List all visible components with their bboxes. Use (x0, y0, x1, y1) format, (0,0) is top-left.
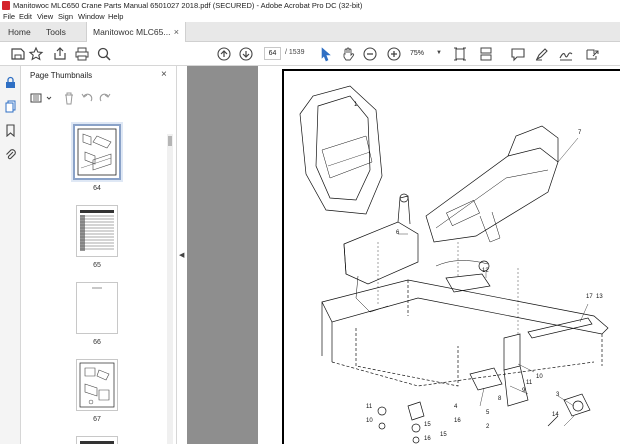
callout-7: 7 (578, 130, 582, 136)
tab-document[interactable]: Manitowoc MLC65... × (86, 22, 186, 42)
menu-sign[interactable]: Sign (58, 12, 73, 21)
page-up-icon[interactable] (216, 46, 232, 62)
thumbnail-68-preview (80, 441, 114, 444)
callout-2: 2 (486, 424, 490, 430)
document-viewer[interactable]: 1 7 6 12 17 13 10 11 9 8 3 14 2 5 4 15 1… (187, 66, 620, 444)
zoom-out-icon[interactable] (362, 46, 378, 62)
panel-toolbar (30, 91, 170, 107)
page-number-input[interactable]: 64 (264, 47, 281, 60)
callout-14: 14 (552, 412, 559, 418)
tab-close-button[interactable]: × (174, 22, 179, 42)
title-bar: Manitowoc MLC650 Crane Parts Manual 6501… (0, 0, 620, 11)
menu-window[interactable]: Window (78, 12, 105, 21)
thumbnail-label: 64 (93, 185, 101, 192)
fit-page-icon[interactable] (452, 46, 468, 62)
callout-15: 15 (440, 432, 447, 438)
callout-16-left: 16 (424, 436, 431, 442)
lock-icon[interactable] (4, 76, 17, 89)
thumbnail-page-64[interactable] (73, 124, 121, 180)
thumbnail-page-66[interactable] (76, 282, 118, 334)
menu-bar: File Edit View Sign Window Help (0, 11, 620, 22)
callout-13: 13 (596, 294, 603, 300)
bookmark-icon[interactable] (4, 124, 17, 137)
save-icon[interactable] (10, 46, 26, 62)
thumbnail-page-65[interactable] (76, 205, 118, 257)
callout-8: 8 (498, 396, 502, 402)
thumbnail-label: 65 (93, 262, 101, 269)
comment-icon[interactable] (510, 46, 526, 62)
page-thumbnails-panel: Page Thumbnails × 64 65 66 67 (21, 66, 177, 444)
share-link-icon[interactable] (584, 46, 600, 62)
main-toolbar: 64 / 1539 75% ▼ (0, 42, 620, 66)
sign-icon[interactable] (558, 46, 574, 62)
panel-title: Page Thumbnails (30, 71, 93, 80)
thumbnail-64-preview (77, 128, 117, 176)
left-navigation-rail (0, 66, 21, 444)
callout-12: 12 (482, 268, 489, 274)
callout-16: 16 (454, 418, 461, 424)
zoom-value: 75% (410, 50, 425, 57)
page-down-icon[interactable] (238, 46, 254, 62)
rotate-left-icon[interactable] (80, 91, 94, 105)
tab-home[interactable]: Home (0, 22, 39, 42)
rotate-right-icon[interactable] (98, 91, 112, 105)
select-cursor-icon[interactable] (318, 46, 334, 62)
hand-icon[interactable] (340, 46, 356, 62)
thumbnail-page-68[interactable] (76, 436, 118, 444)
acrobat-app-icon (2, 1, 10, 10)
callout-15-left: 15 (424, 422, 431, 428)
callout-5: 5 (486, 410, 490, 416)
window-title: Manitowoc MLC650 Crane Parts Manual 6501… (13, 1, 363, 10)
callout-4: 4 (454, 404, 458, 410)
thumbnail-65-preview (80, 210, 114, 251)
crane-cab-exploded-diagram: 1 7 6 12 17 13 10 11 9 8 3 14 2 5 4 15 1… (299, 85, 609, 444)
search-icon[interactable] (96, 46, 112, 62)
callout-11: 11 (526, 380, 533, 386)
callout-10-left: 10 (366, 418, 373, 424)
chevron-down-icon[interactable] (42, 91, 52, 105)
scroll-mode-icon[interactable] (478, 46, 494, 62)
pdf-page: 1 7 6 12 17 13 10 11 9 8 3 14 2 5 4 15 1… (258, 66, 620, 444)
thumbnail-66-preview (92, 287, 102, 289)
menu-view[interactable]: View (37, 12, 53, 21)
star-icon[interactable] (28, 46, 44, 62)
share-icon[interactable] (52, 46, 68, 62)
print-icon[interactable] (74, 46, 90, 62)
thumbnail-label: 66 (93, 339, 101, 346)
page-total-label: / 1539 (285, 49, 305, 56)
panel-close-button[interactable]: × (161, 69, 167, 80)
callout-10: 10 (536, 374, 543, 380)
tab-tools[interactable]: Tools (38, 22, 74, 42)
thumbnail-page-67[interactable] (76, 359, 118, 411)
pages-icon[interactable] (4, 100, 17, 113)
zoom-in-icon[interactable] (386, 46, 402, 62)
collapse-panel-icon[interactable]: ◀ (179, 251, 187, 261)
callout-6: 6 (396, 230, 400, 236)
scrollbar-thumb[interactable] (168, 136, 172, 146)
tab-bar: Home Tools Manitowoc MLC65... × (0, 22, 620, 42)
zoom-select[interactable]: 75% ▼ (410, 47, 442, 60)
callout-11-left: 11 (366, 404, 373, 410)
chevron-down-icon: ▼ (436, 50, 442, 56)
thumbnail-label: 67 (93, 416, 101, 423)
menu-file[interactable]: File (3, 12, 15, 21)
callout-17: 17 (586, 294, 593, 300)
attachment-icon[interactable] (4, 148, 17, 161)
menu-edit[interactable]: Edit (19, 12, 32, 21)
tab-document-label: Manitowoc MLC65... (93, 27, 171, 37)
thumbnail-67-preview (79, 362, 115, 408)
thumbnails-scrollbar[interactable] (167, 134, 173, 444)
highlight-icon[interactable] (534, 46, 550, 62)
callout-labels: 1 7 6 12 17 13 10 11 9 8 3 14 2 5 4 15 1… (354, 102, 603, 442)
menu-help[interactable]: Help (108, 12, 123, 21)
delete-page-icon[interactable] (62, 91, 76, 105)
